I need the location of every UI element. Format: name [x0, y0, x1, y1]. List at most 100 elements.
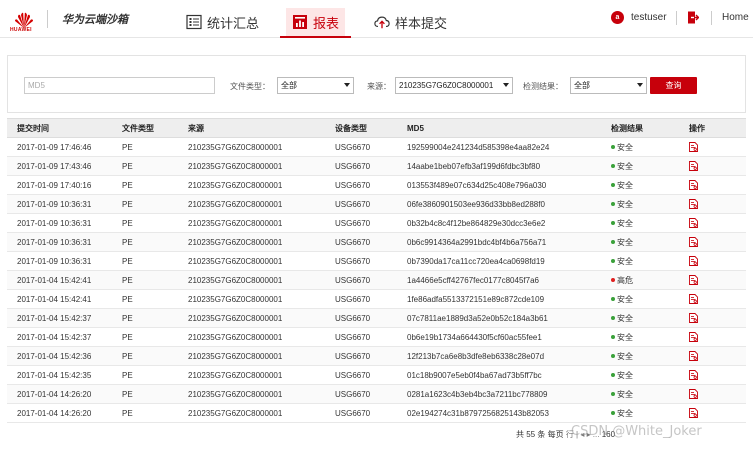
report-detail-icon[interactable] — [689, 294, 698, 304]
report-detail-icon[interactable] — [689, 351, 698, 361]
username[interactable]: testuser — [631, 12, 667, 23]
table-row[interactable]: 2017-01-09 17:46:46 PE 210235G7G6Z0C800000… — [7, 137, 746, 157]
table-row[interactable]: 2017-01-04 14:26:20 PE 210235G7G6Z0C800000… — [7, 384, 746, 404]
tab-sample-submit[interactable]: 样本提交 — [374, 8, 447, 36]
source-select[interactable]: 210235G7G6Z0C8000001 — [395, 77, 513, 94]
cell-file-type: PE — [110, 403, 186, 423]
chevron-down-icon — [503, 83, 509, 87]
cell-result: 安全 — [605, 346, 687, 366]
table-row[interactable]: 2017-01-04 15:42:35 PE 210235G7G6Z0C800000… — [7, 365, 746, 385]
safe-status-dot — [611, 392, 615, 397]
report-detail-icon[interactable] — [689, 389, 698, 399]
col-file-type[interactable]: 文件类型 — [110, 118, 186, 138]
report-detail-icon[interactable] — [689, 370, 698, 380]
tab-report-label: 报表 — [313, 15, 340, 31]
table-row[interactable]: 2017-01-04 15:42:41 PE 210235G7G6Z0C800000… — [7, 289, 746, 309]
cell-md5: 0b6e19b1734a664430f5cf60ac55fee1 — [401, 327, 605, 347]
cell-action — [687, 403, 746, 423]
cell-submit-time: 2017-01-04 15:42:35 — [7, 365, 110, 385]
cell-file-type: PE — [110, 232, 186, 252]
report-detail-icon[interactable] — [689, 142, 698, 152]
table-row[interactable]: 2017-01-09 10:36:31 PE 210235G7G6Z0C800000… — [7, 213, 746, 233]
cell-file-type: PE — [110, 270, 186, 290]
cell-md5: 0b32b4c8c4f12be864829e30dcc3e6e2 — [401, 213, 605, 233]
chevron-down-icon — [344, 83, 350, 87]
safe-status-dot — [611, 411, 615, 416]
table-row[interactable]: 2017-01-04 15:42:37 PE 210235G7G6Z0C800000… — [7, 327, 746, 347]
table-row[interactable]: 2017-01-04 15:42:37 PE 210235G7G6Z0C800000… — [7, 308, 746, 328]
result-text: 安全 — [617, 408, 633, 418]
tab-statistics-summary[interactable]: 统计汇总 — [186, 8, 259, 36]
cell-md5: 0281a1623c4b3eb4bc3a7211bc778809 — [401, 384, 605, 404]
user-avatar[interactable]: a — [611, 11, 624, 24]
col-result[interactable]: 检测结果 — [605, 118, 687, 138]
table-row[interactable]: 2017-01-09 17:43:46 PE 210235G7G6Z0C800000… — [7, 156, 746, 176]
tab-sample-label: 样本提交 — [395, 15, 448, 31]
report-detail-icon[interactable] — [689, 237, 698, 247]
cell-device-type: USG6670 — [331, 308, 401, 328]
cell-action — [687, 327, 746, 347]
col-md5[interactable]: MD5 — [401, 118, 605, 138]
safe-status-dot — [611, 145, 615, 150]
table-row[interactable]: 2017-01-09 10:36:31 PE 210235G7G6Z0C800000… — [7, 251, 746, 271]
cell-source: 210235G7G6Z0C8000001 — [186, 365, 331, 385]
cell-md5: 1fe86adfa5513372151e89c872cde109 — [401, 289, 605, 309]
report-detail-icon[interactable] — [689, 161, 698, 171]
cell-file-type: PE — [110, 289, 186, 309]
tab-report[interactable]: 报表 — [279, 8, 352, 38]
safe-status-dot — [611, 202, 615, 207]
cell-md5: 0b6c9914364a2991bdc4bf4b6a756a71 — [401, 232, 605, 252]
cell-file-type: PE — [110, 365, 186, 385]
table-row[interactable]: 2017-01-09 10:36:31 PE 210235G7G6Z0C800000… — [7, 232, 746, 252]
cell-file-type: PE — [110, 308, 186, 328]
result-text: 高危 — [617, 275, 633, 285]
table-row[interactable]: 2017-01-04 15:42:36 PE 210235G7G6Z0C800000… — [7, 346, 746, 366]
cell-source: 210235G7G6Z0C8000001 — [186, 327, 331, 347]
safe-status-dot — [611, 354, 615, 359]
safe-status-dot — [611, 164, 615, 169]
file-type-value: 全部 — [281, 81, 297, 90]
report-detail-icon[interactable] — [689, 180, 698, 190]
report-detail-icon[interactable] — [689, 275, 698, 285]
cell-device-type: USG6670 — [331, 270, 401, 290]
result-text: 安全 — [617, 294, 633, 304]
safe-status-dot — [611, 221, 615, 226]
cell-file-type: PE — [110, 137, 186, 157]
cell-result: 安全 — [605, 175, 687, 195]
col-device-type[interactable]: 设备类型 — [331, 118, 401, 138]
home-link[interactable]: Home — [722, 12, 749, 23]
result-value: 全部 — [574, 81, 590, 90]
table-row[interactable]: 2017-01-04 15:42:41 PE 210235G7G6Z0C800000… — [7, 270, 746, 290]
report-detail-icon[interactable] — [689, 256, 698, 266]
cell-submit-time: 2017-01-09 17:46:46 — [7, 137, 110, 157]
table-row[interactable]: 2017-01-04 14:26:20 PE 210235G7G6Z0C800000… — [7, 403, 746, 423]
report-detail-icon[interactable] — [689, 199, 698, 209]
cell-file-type: PE — [110, 327, 186, 347]
cell-action — [687, 346, 746, 366]
cell-source: 210235G7G6Z0C8000001 — [186, 384, 331, 404]
source-label: 来源： — [367, 82, 391, 91]
report-detail-icon[interactable] — [689, 408, 698, 418]
query-button[interactable]: 查询 — [650, 77, 697, 94]
table-row[interactable]: 2017-01-09 10:36:31 PE 210235G7G6Z0C800000… — [7, 194, 746, 214]
cell-result: 安全 — [605, 251, 687, 271]
table-row[interactable]: 2017-01-09 17:40:16 PE 210235G7G6Z0C800000… — [7, 175, 746, 195]
cell-result: 高危 — [605, 270, 687, 290]
logout-icon[interactable] — [687, 11, 699, 24]
col-source[interactable]: 来源 — [186, 118, 331, 138]
md5-search-input[interactable] — [24, 77, 215, 94]
col-submit-time[interactable]: 提交时间 — [7, 118, 110, 138]
result-label: 检测结果： — [523, 82, 563, 91]
report-detail-icon[interactable] — [689, 218, 698, 228]
result-text: 安全 — [617, 389, 633, 399]
file-type-select[interactable]: 全部 — [277, 77, 354, 94]
header-divider — [676, 11, 677, 25]
cell-device-type: USG6670 — [331, 289, 401, 309]
report-detail-icon[interactable] — [689, 313, 698, 323]
result-text: 安全 — [617, 161, 633, 171]
result-select[interactable]: 全部 — [570, 77, 647, 94]
report-detail-icon[interactable] — [689, 332, 698, 342]
cell-submit-time: 2017-01-09 10:36:31 — [7, 213, 110, 233]
cell-submit-time: 2017-01-09 17:43:46 — [7, 156, 110, 176]
cell-device-type: USG6670 — [331, 327, 401, 347]
